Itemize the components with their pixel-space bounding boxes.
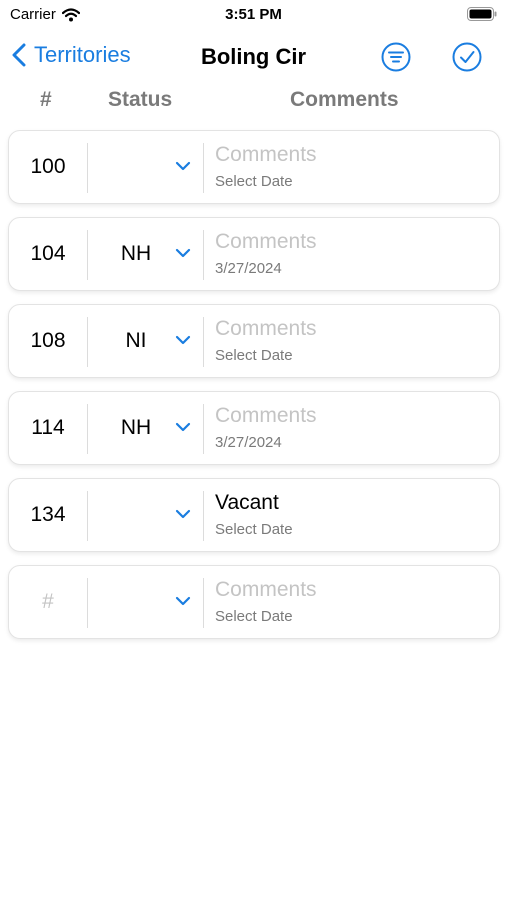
date-picker[interactable]: 3/27/2024 — [215, 434, 495, 451]
divider — [203, 143, 204, 193]
checkmark-circle-icon — [452, 42, 482, 72]
date-picker[interactable]: Select Date — [215, 173, 495, 190]
house-number-field[interactable]: 100 — [9, 131, 87, 203]
status-value: NH — [120, 242, 152, 265]
divider — [203, 491, 204, 541]
new-house-row: # Comments Select Date — [8, 565, 500, 639]
divider — [203, 578, 204, 628]
battery-icon — [467, 7, 497, 21]
clock: 3:51 PM — [225, 6, 282, 23]
house-number-field[interactable]: 134 — [9, 479, 87, 551]
chevron-down-icon — [175, 335, 191, 345]
house-number-field[interactable]: 108 — [9, 305, 87, 377]
house-number-field[interactable]: 104 — [9, 218, 87, 290]
comments-cell: Comments 3/27/2024 — [215, 402, 495, 451]
page-title: Boling Cir — [200, 44, 307, 69]
divider — [203, 404, 204, 454]
chevron-down-icon — [175, 422, 191, 432]
done-button[interactable] — [452, 42, 482, 72]
comments-cell: Comments Select Date — [215, 141, 495, 190]
column-headers: # Status Comments — [0, 86, 507, 116]
house-list: 100 Comments Select Date 104 NH Comments… — [8, 130, 500, 652]
date-picker[interactable]: Select Date — [215, 608, 495, 625]
house-row: 134 Vacant Select Date — [8, 478, 500, 552]
comments-field[interactable]: Comments — [215, 141, 495, 169]
divider — [203, 317, 204, 367]
house-row: 108 NI Comments Select Date — [8, 304, 500, 378]
header-number: # — [40, 88, 52, 111]
comments-cell: Vacant Select Date — [215, 489, 495, 538]
house-row: 100 Comments Select Date — [8, 130, 500, 204]
house-number-field[interactable]: # — [9, 566, 87, 638]
date-picker[interactable]: Select Date — [215, 521, 495, 538]
comments-field[interactable]: Vacant — [215, 489, 495, 517]
chevron-down-icon — [175, 161, 191, 171]
navigation-bar: Territories Boling Cir — [0, 36, 507, 80]
comments-field[interactable]: Comments — [215, 315, 495, 343]
status-bar: Carrier 3:51 PM — [0, 0, 507, 32]
house-row: 104 NH Comments 3/27/2024 — [8, 217, 500, 291]
header-status: Status — [108, 88, 173, 111]
house-number-field[interactable]: 114 — [9, 392, 87, 464]
comments-field[interactable]: Comments — [215, 228, 495, 256]
filter-button[interactable] — [381, 42, 411, 72]
status-value: NH — [120, 416, 152, 439]
comments-cell: Comments 3/27/2024 — [215, 228, 495, 277]
comments-cell: Comments Select Date — [215, 576, 495, 625]
chevron-down-icon — [175, 596, 191, 606]
house-row: 114 NH Comments 3/27/2024 — [8, 391, 500, 465]
divider — [203, 230, 204, 280]
header-comments: Comments — [290, 88, 399, 111]
date-picker[interactable]: Select Date — [215, 347, 495, 364]
status-value: NI — [125, 329, 147, 352]
chevron-down-icon — [175, 509, 191, 519]
comments-field[interactable]: Comments — [215, 576, 495, 604]
chevron-down-icon — [175, 248, 191, 258]
comments-cell: Comments Select Date — [215, 315, 495, 364]
date-picker[interactable]: 3/27/2024 — [215, 260, 495, 277]
filter-icon — [381, 42, 411, 72]
comments-field[interactable]: Comments — [215, 402, 495, 430]
